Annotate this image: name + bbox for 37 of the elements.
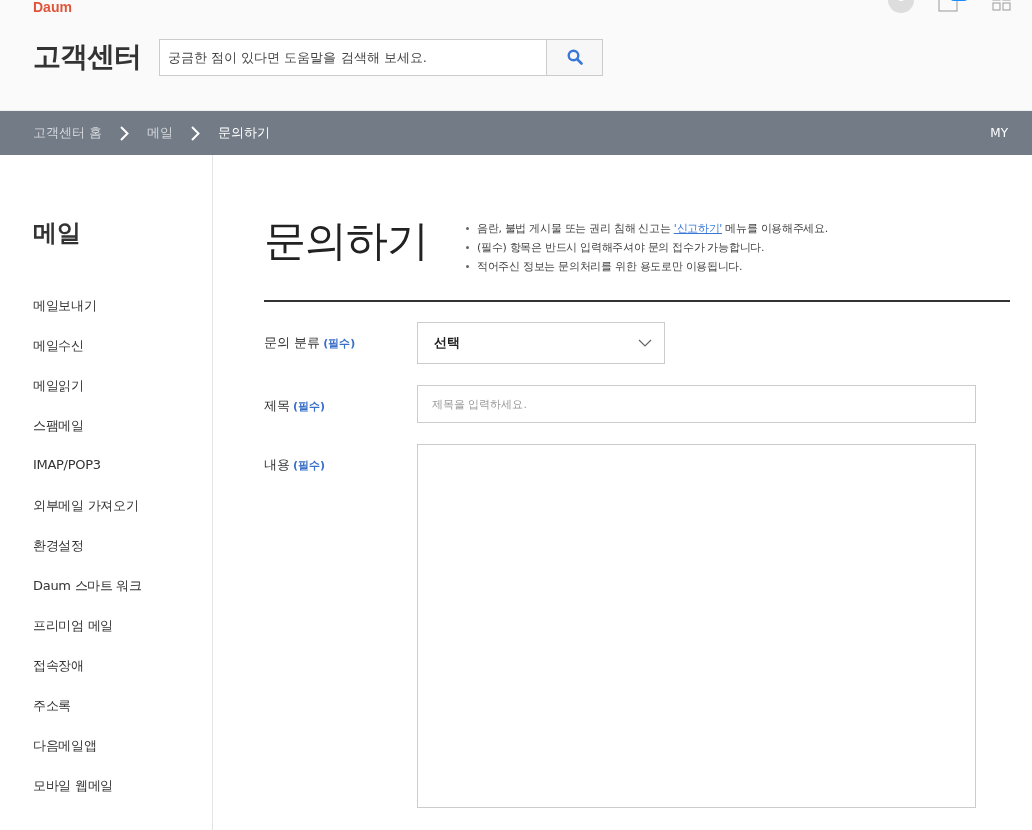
my-link[interactable]: MY xyxy=(990,126,1008,140)
chevron-right-icon xyxy=(191,125,201,141)
report-link[interactable]: '신고하기' xyxy=(673,222,723,235)
sidebar-item[interactable]: 환경설정 xyxy=(33,537,212,577)
chevron-down-icon xyxy=(638,339,652,347)
note-text: (필수) 항목은 반드시 입력해주셔야 문의 접수가 가능합니다. xyxy=(477,240,765,255)
sidebar-item[interactable]: 외부메일 가져오기 xyxy=(33,497,212,537)
note-text: 적어주신 정보는 문의처리를 위한 용도로만 이용됩니다. xyxy=(477,259,743,274)
chevron-right-icon xyxy=(120,125,130,141)
field-label: 문의 분류 (필수) xyxy=(264,334,357,352)
bullet-icon xyxy=(466,246,469,249)
search-icon xyxy=(566,49,583,65)
field-label: 내용 (필수) xyxy=(264,456,327,474)
sidebar-item[interactable]: 메일수신 xyxy=(33,337,212,377)
sidebar-item[interactable]: 모바일 웹메일 xyxy=(33,777,212,817)
category-select[interactable]: 선택 xyxy=(417,322,665,364)
sidebar-item[interactable]: 주소록 xyxy=(33,697,212,737)
sidebar-item[interactable]: 접속장애 xyxy=(33,657,212,697)
title-input[interactable]: 제목을 입력하세요. xyxy=(417,385,976,423)
field-label: 제목 (필수) xyxy=(264,397,327,415)
search-button[interactable] xyxy=(547,38,603,76)
logo[interactable]: Daum xyxy=(33,0,72,14)
page-header-title: 고객센터 xyxy=(33,39,142,75)
bullet-icon xyxy=(466,265,469,268)
sidebar-item[interactable]: 메일읽기 xyxy=(33,377,212,417)
sidebar-item[interactable]: 메일보내기 xyxy=(33,297,212,337)
sidebar-item[interactable]: 스팸메일 xyxy=(33,417,212,457)
sidebar-item[interactable]: IMAP/POP3 xyxy=(33,457,212,497)
sidebar-title: 메일 xyxy=(33,218,82,249)
breadcrumb-link[interactable]: 문의하기 xyxy=(218,124,271,142)
search-field[interactable]: 궁금한 점이 있다면 도움말을 검색해 보세요. xyxy=(159,38,547,76)
page-title: 문의하기 xyxy=(264,215,428,267)
note-text: 음란, 불법 게시물 또는 권리 침해 신고는 '신고하기' 메뉴를 이용해주세요. xyxy=(477,221,828,236)
sidebar-item[interactable]: 프리미엄 메일 xyxy=(33,617,212,657)
bullet-icon xyxy=(466,227,469,230)
sidebar-item[interactable]: 다음메일앱 xyxy=(33,737,212,777)
sidebar-item[interactable]: Daum 스마트 워크 xyxy=(33,577,212,617)
